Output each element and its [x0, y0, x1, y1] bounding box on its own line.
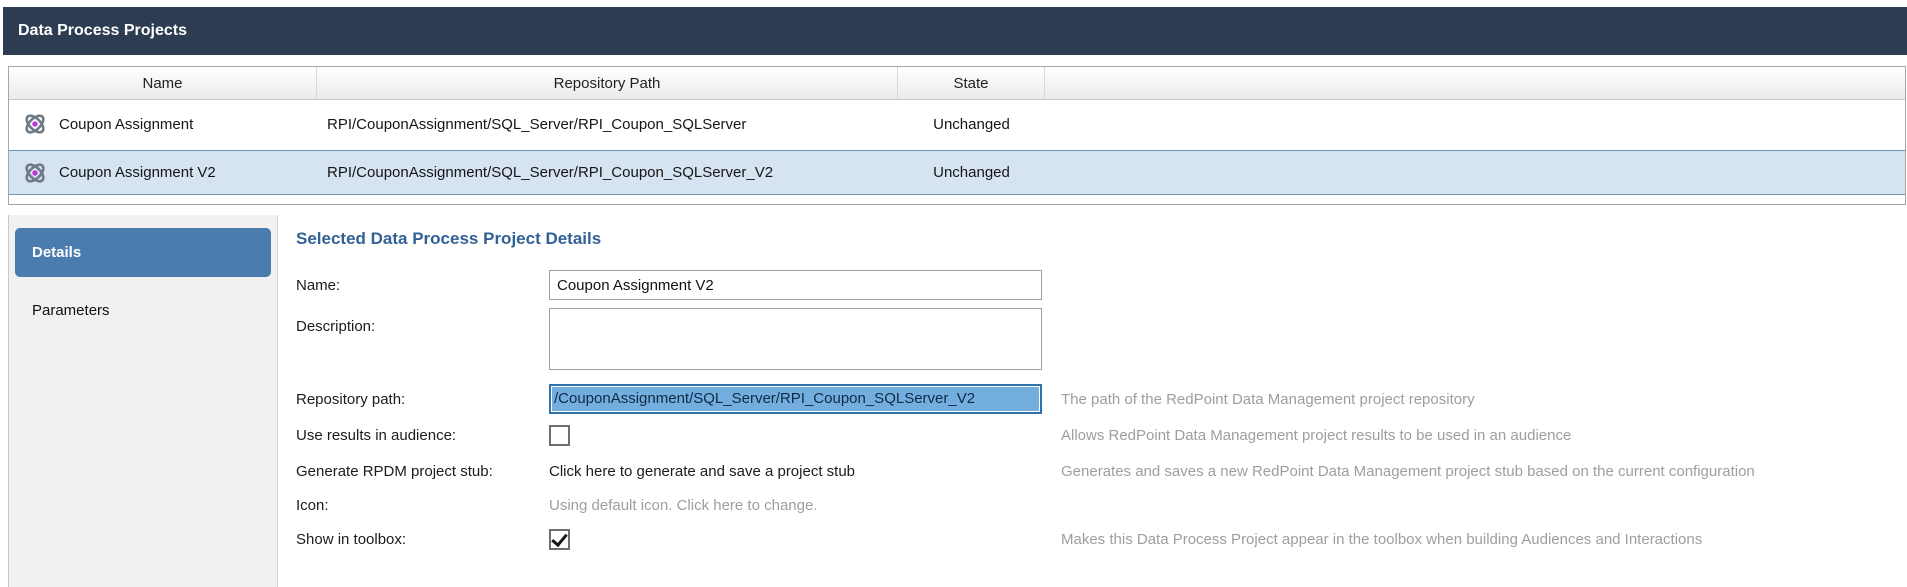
generate-stub-link[interactable]: Click here to generate and save a projec… — [549, 463, 855, 480]
page-title: Data Process Projects — [18, 22, 187, 40]
project-repository-path-cell: RPI/CouponAssignment/SQL_Server/RPI_Coup… — [317, 164, 898, 181]
projects-table: Name Repository Path State Coupon Assign… — [8, 66, 1906, 205]
tab-details-label: Details — [32, 244, 81, 261]
details-sidebar: Details Parameters — [8, 215, 278, 587]
show-in-toolbox-hint: Makes this Data Process Project appear i… — [1061, 531, 1702, 548]
project-state-cell: Unchanged — [898, 116, 1045, 133]
name-row: Name: — [296, 268, 1899, 302]
panel-title-bar: Data Process Projects — [3, 7, 1907, 55]
use-results-checkbox[interactable] — [549, 425, 570, 446]
tab-parameters-label: Parameters — [32, 302, 110, 319]
tab-parameters[interactable]: Parameters — [15, 295, 271, 325]
project-repository-path-cell: RPI/CouponAssignment/SQL_Server/RPI_Coup… — [317, 116, 898, 133]
description-row: Description: — [296, 308, 1899, 374]
project-name: Coupon Assignment — [59, 116, 193, 133]
name-input[interactable] — [549, 270, 1042, 300]
project-name-cell: Coupon Assignment — [9, 111, 317, 137]
details-heading: Selected Data Process Project Details — [296, 229, 601, 249]
generate-stub-row: Generate RPDM project stub: Click here t… — [296, 458, 1899, 484]
details-panel: Selected Data Process Project Details Na… — [278, 215, 1907, 587]
projects-table-header: Name Repository Path State — [9, 67, 1905, 100]
icon-row: Icon: Using default icon. Click here to … — [296, 492, 1899, 518]
show-in-toolbox-label: Show in toolbox: — [296, 531, 549, 548]
column-header-name[interactable]: Name — [9, 67, 317, 99]
atom-icon — [22, 111, 48, 137]
icon-change-link[interactable]: Using default icon. Click here to change… — [549, 497, 817, 514]
generate-stub-label: Generate RPDM project stub: — [296, 463, 549, 480]
description-input[interactable] — [549, 308, 1042, 370]
use-results-hint: Allows RedPoint Data Management project … — [1061, 427, 1571, 444]
repository-path-label: Repository path: — [296, 391, 549, 408]
column-header-repository-path[interactable]: Repository Path — [317, 67, 898, 99]
show-in-toolbox-checkbox[interactable] — [549, 529, 570, 550]
project-state-cell: Unchanged — [898, 164, 1045, 181]
icon-label: Icon: — [296, 497, 549, 514]
project-name: Coupon Assignment V2 — [59, 164, 216, 181]
name-label: Name: — [296, 277, 549, 294]
show-in-toolbox-row: Show in toolbox: Makes this Data Process… — [296, 524, 1899, 554]
project-name-cell: Coupon Assignment V2 — [9, 160, 317, 186]
repository-path-row: Repository path: /CouponAssignment/SQL_S… — [296, 382, 1899, 416]
tab-details[interactable]: Details — [15, 228, 271, 277]
column-header-state[interactable]: State — [898, 67, 1045, 99]
atom-icon — [22, 160, 48, 186]
use-results-label: Use results in audience: — [296, 427, 549, 444]
repository-path-input[interactable]: /CouponAssignment/SQL_Server/RPI_Coupon_… — [549, 384, 1042, 414]
table-row[interactable]: Coupon Assignment V2 RPI/CouponAssignmen… — [9, 150, 1905, 195]
description-label: Description: — [296, 308, 549, 335]
repository-path-selected-text: /CouponAssignment/SQL_Server/RPI_Coupon_… — [552, 387, 1039, 411]
repository-path-hint: The path of the RedPoint Data Management… — [1061, 391, 1475, 408]
use-results-row: Use results in audience: Allows RedPoint… — [296, 420, 1899, 450]
column-header-filler — [1045, 67, 1905, 99]
table-row[interactable]: Coupon Assignment RPI/CouponAssignment/S… — [9, 100, 1905, 148]
generate-stub-hint: Generates and saves a new RedPoint Data … — [1061, 463, 1755, 480]
